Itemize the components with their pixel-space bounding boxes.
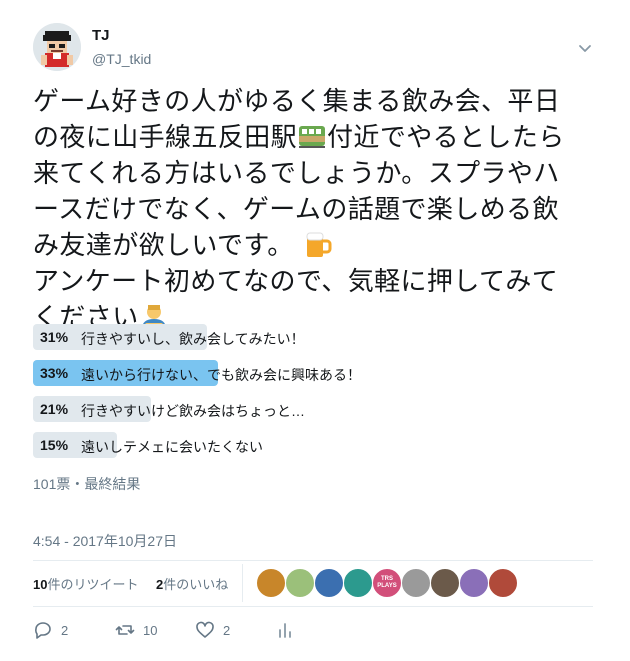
reply-button[interactable]: 2 (33, 618, 68, 642)
tweet-line-5a: み友達が欲しいです。 (33, 231, 294, 261)
user-name[interactable]: TJ (92, 27, 110, 44)
poll-option-label: 行きやすいけど飲み会はちょっと… (81, 403, 305, 419)
liker-avatar[interactable] (488, 568, 518, 598)
retweet-stat-count: 10 (33, 577, 48, 592)
poll-option: 15% 遠いしテメェに会いたくない (33, 432, 593, 458)
liker-avatar[interactable] (459, 568, 489, 598)
tweet-timestamp[interactable]: 4:54 - 2017年10月27日 (33, 531, 177, 551)
poll: 31% 行きやすいし、飲み会してみたい！ 33% 遠いから行けない、でも飲み会に… (33, 324, 593, 468)
retweet-stat[interactable]: 10件のリツイート (33, 574, 138, 593)
like-count: 2 (223, 622, 231, 638)
user-handle[interactable]: @TJ_tkid (92, 51, 151, 67)
tweet-actions: 2 10 2 (33, 618, 593, 642)
retweet-stat-label: 件のリツイート (47, 577, 139, 592)
reply-count: 2 (61, 622, 69, 638)
liker-badge-text: TRS PLAYS (377, 576, 397, 589)
liker-avatar[interactable] (401, 568, 431, 598)
retweet-icon (115, 625, 135, 635)
liker-avatar[interactable] (430, 568, 460, 598)
tweet-line-2a: の夜に山手線五反田駅 (33, 123, 298, 153)
tweet-line-2b: 付近でやるとしたら (327, 123, 565, 153)
tweet-line-6: アンケート初めてなので、気軽に押してみて (33, 267, 559, 297)
poll-percent: 21% (40, 401, 69, 417)
tweet-line-4: ースだけでなく、ゲームの話題で楽しめる飲 (33, 195, 559, 225)
tweet-line-3: 来てくれる方はいるでしょうか。スプラやハ (33, 159, 560, 189)
tweet-line-1: ゲーム好きの人がゆるく集まる飲み会、平日 (33, 87, 561, 117)
divider (33, 606, 593, 607)
retweet-count: 10 (143, 622, 158, 638)
engagement-stats: 10件のリツイート 2件のいいね TRS PLAYS (33, 560, 593, 606)
tweet-line-5: み友達が欲しいです。 (33, 228, 593, 264)
poll-option-label: 遠いから行けない、でも飲み会に興味ある！ (81, 367, 361, 383)
poll-option: 33% 遠いから行けない、でも飲み会に興味ある！ (33, 360, 593, 386)
liker-avatar[interactable] (314, 568, 344, 598)
chevron-down-icon[interactable] (575, 38, 595, 58)
poll-option: 31% 行きやすいし、飲み会してみたい！ (33, 324, 593, 350)
like-button[interactable]: 2 (195, 618, 230, 642)
bar-chart-icon (279, 623, 291, 638)
train-icon (299, 126, 326, 148)
avatar[interactable] (33, 23, 81, 71)
like-stat[interactable]: 2件のいいね (156, 574, 228, 593)
pixel-avatar-icon (33, 23, 81, 71)
poll-option-label: 遠いしテメェに会いたくない (81, 439, 263, 455)
poll-option-label: 行きやすいし、飲み会してみたい！ (81, 331, 305, 347)
poll-percent: 31% (40, 329, 69, 345)
poll-meta: 101票・最終結果 (33, 476, 141, 492)
poll-percent: 15% (40, 437, 69, 453)
liker-avatar[interactable] (343, 568, 373, 598)
analytics-button[interactable] (275, 618, 295, 642)
beer-mug-icon (306, 232, 332, 257)
poll-option: 21% 行きやすいけど飲み会はちょっと… (33, 396, 593, 422)
retweet-button[interactable]: 10 (115, 618, 157, 642)
tweet-line-2: の夜に山手線五反田駅 付近でやるとしたら (33, 120, 593, 156)
heart-icon (196, 621, 214, 638)
reply-icon (35, 622, 51, 639)
stat-separator (242, 564, 243, 602)
liker-avatar[interactable] (256, 568, 286, 598)
liker-avatar[interactable]: TRS PLAYS (372, 568, 402, 598)
tweet-text: ゲーム好きの人がゆるく集まる飲み会、平日 の夜に山手線五反田駅 付近でやるとしたら… (33, 84, 593, 336)
like-stat-label: 件のいいね (163, 577, 229, 592)
liker-avatar[interactable] (285, 568, 315, 598)
poll-percent: 33% (40, 365, 69, 381)
